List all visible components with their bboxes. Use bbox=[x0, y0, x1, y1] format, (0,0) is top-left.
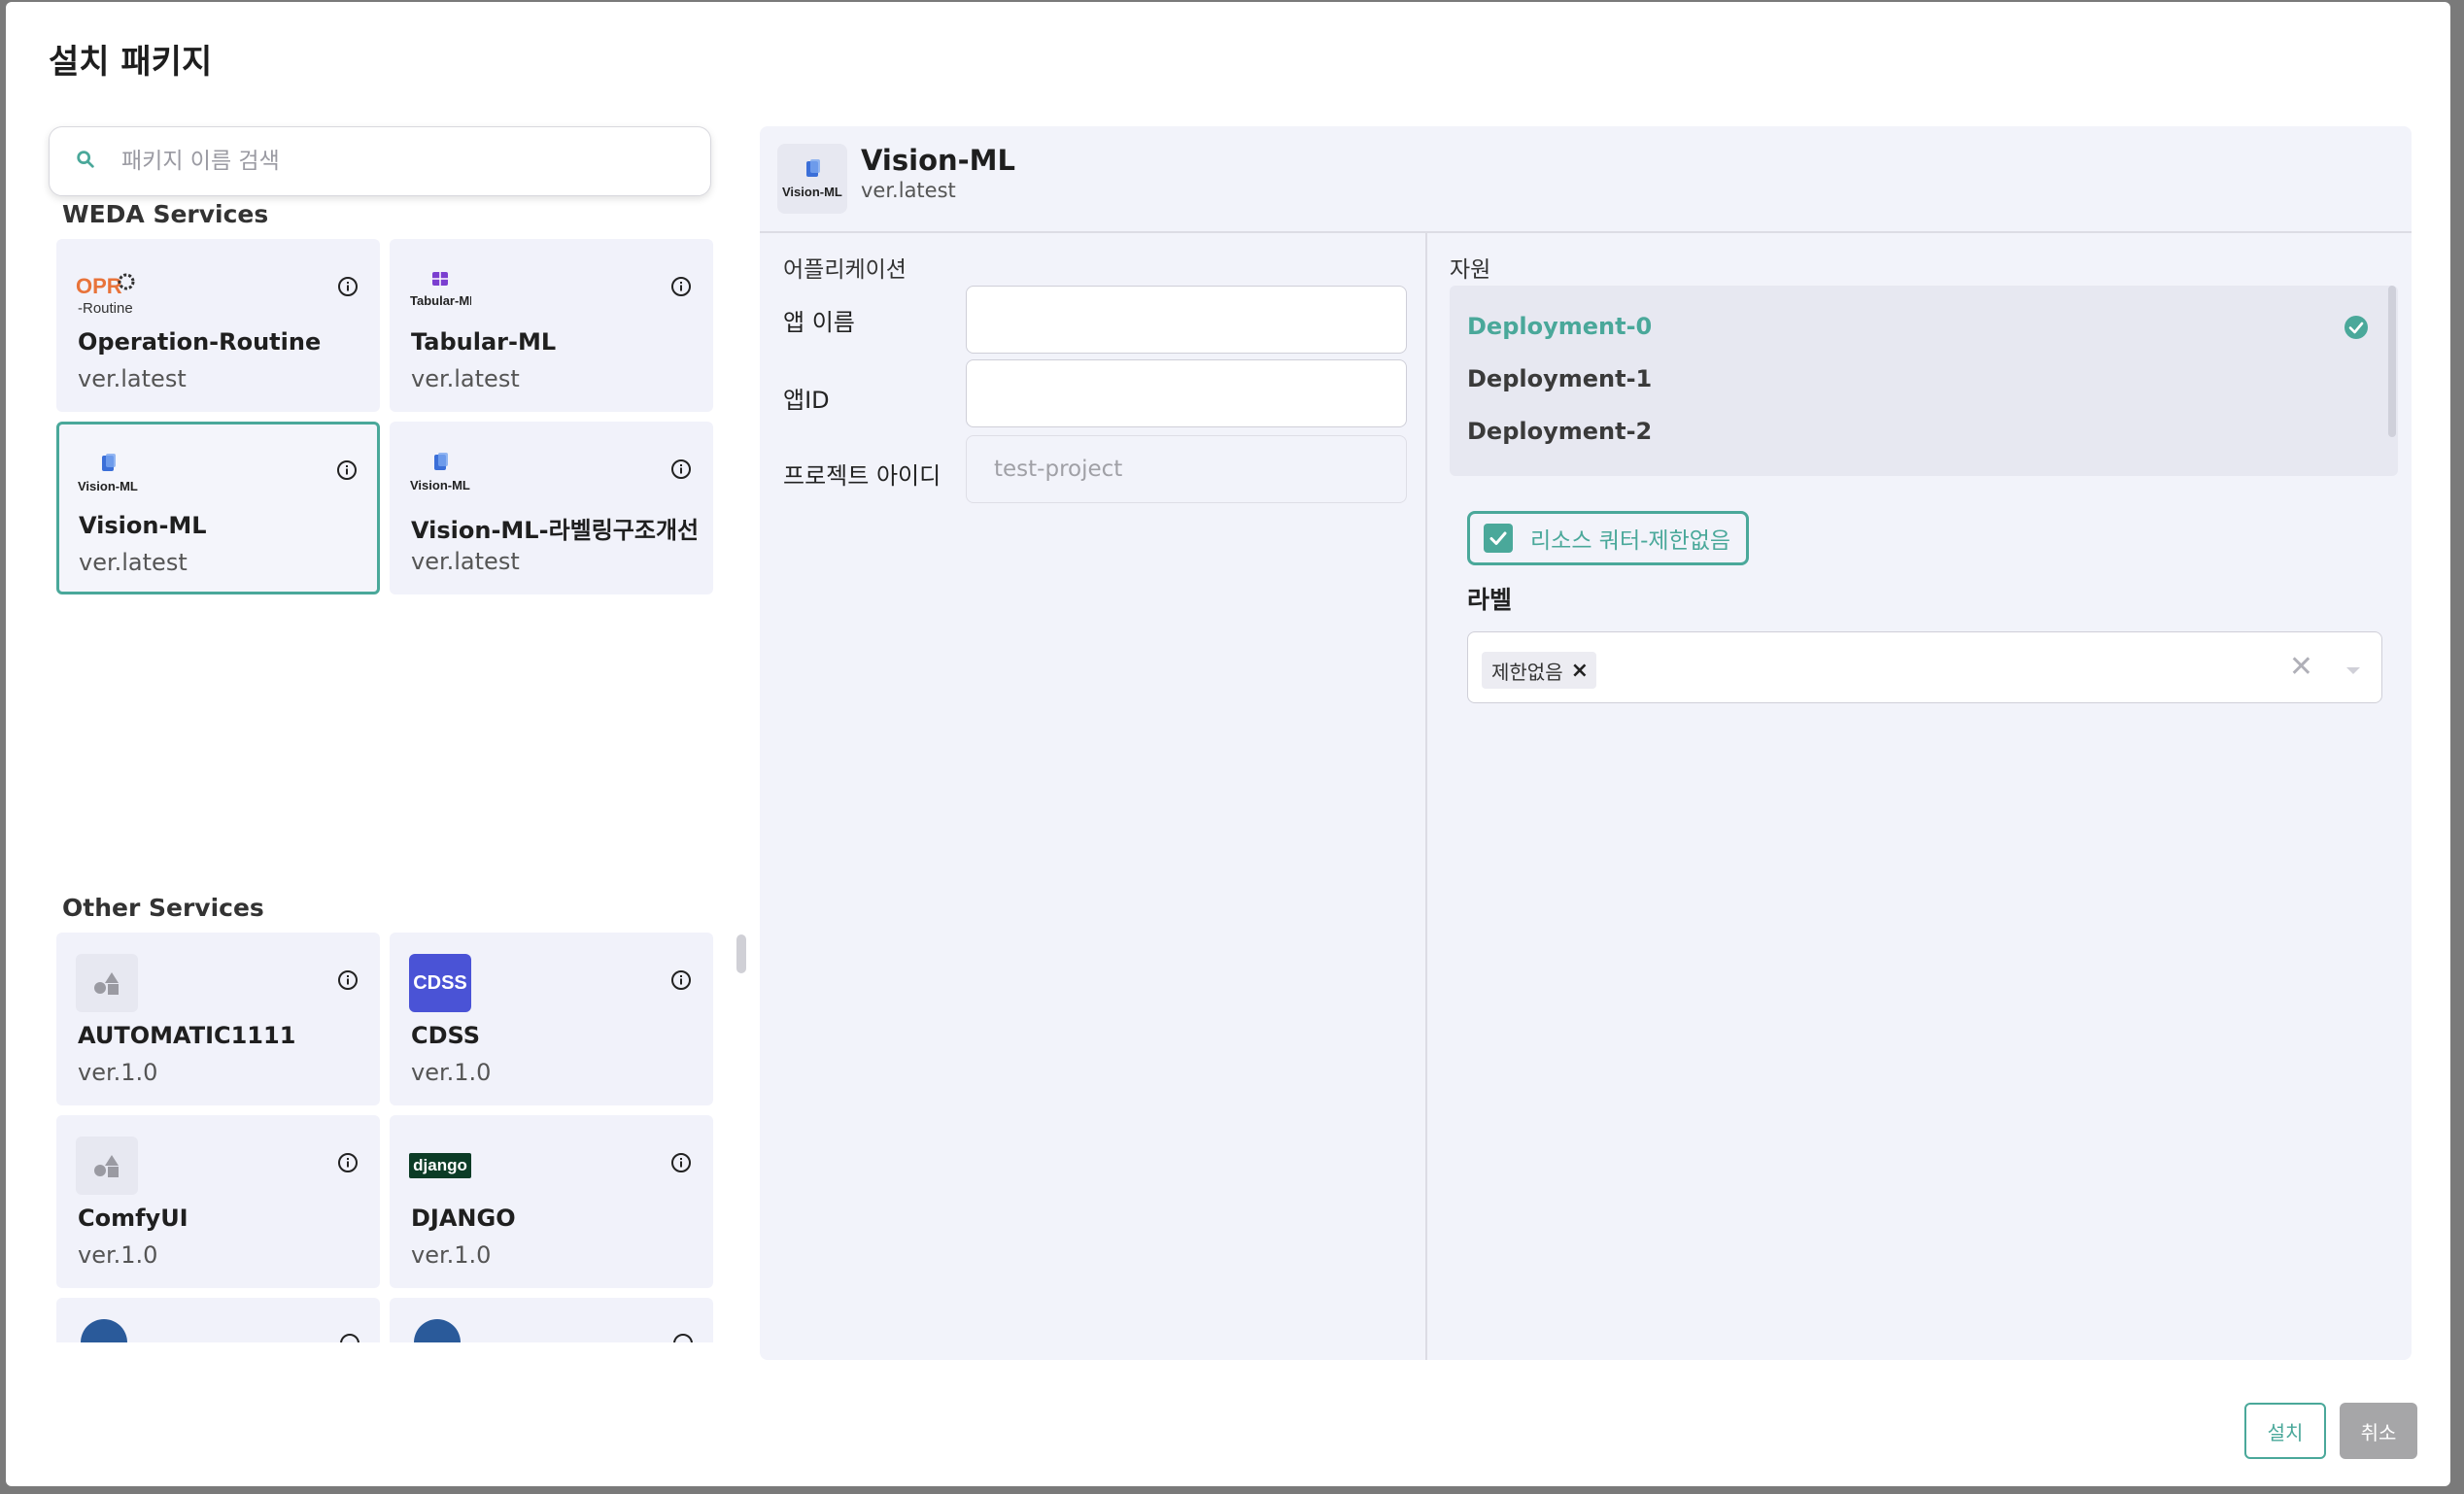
package-logo-icon bbox=[81, 1319, 127, 1342]
project-id-input bbox=[966, 435, 1407, 503]
info-icon[interactable] bbox=[670, 458, 692, 480]
partial-card-row bbox=[56, 1298, 717, 1342]
package-card-partial[interactable] bbox=[390, 1298, 713, 1342]
app-name-input[interactable] bbox=[966, 286, 1407, 354]
app-name-label: 앱 이름 bbox=[783, 309, 855, 336]
svg-text:-Routine: -Routine bbox=[78, 300, 133, 317]
label-chip-text: 제한없음 bbox=[1491, 660, 1563, 684]
package-card-vision-ml-labeling[interactable]: Vision-ML Vision-ML-라벨링구조개선 ver.latest bbox=[390, 422, 713, 594]
deployment-list-scrollbar[interactable] bbox=[2388, 286, 2396, 437]
chevron-down-icon[interactable] bbox=[2346, 667, 2360, 674]
package-card-comfyui[interactable]: ComfyUI ver.1.0 bbox=[56, 1115, 380, 1288]
info-icon[interactable] bbox=[337, 276, 359, 297]
info-icon[interactable] bbox=[337, 969, 359, 991]
package-card-cdss[interactable]: CDSS CDSS ver.1.0 bbox=[390, 933, 713, 1105]
package-name: CDSS bbox=[411, 1022, 481, 1049]
detail-header: Vision-ML Vision-ML ver.latest bbox=[760, 126, 2412, 233]
svg-text:Vision-ML: Vision-ML bbox=[78, 479, 138, 493]
package-search-input[interactable] bbox=[121, 149, 666, 174]
deployment-item-2[interactable]: Deployment-2 bbox=[1467, 418, 1652, 445]
package-name: Tabular-ML bbox=[411, 328, 557, 356]
package-detail-panel: Vision-ML Vision-ML ver.latest 어플리케이션 앱 … bbox=[760, 126, 2412, 1360]
operation-routine-logo-icon: OPR -Routine bbox=[76, 260, 138, 319]
deployment-item-0[interactable]: Deployment-0 bbox=[1467, 313, 1652, 340]
info-icon[interactable] bbox=[670, 1152, 692, 1173]
weda-services-title: WEDA Services bbox=[62, 200, 269, 228]
install-button[interactable]: 설치 bbox=[2244, 1403, 2326, 1459]
search-icon bbox=[75, 149, 96, 174]
svg-text:Tabular-ML: Tabular-ML bbox=[410, 293, 471, 308]
application-section-title: 어플리케이션 bbox=[783, 257, 907, 283]
package-name: Operation-Routine bbox=[78, 328, 322, 356]
vision-ml-logo-icon: Vision-ML bbox=[409, 443, 471, 501]
package-list-scrollbar[interactable] bbox=[736, 934, 746, 973]
resources-section-title: 자원 bbox=[1450, 257, 1491, 283]
label-multiselect[interactable]: 제한없음 × ✕ bbox=[1467, 631, 2382, 703]
package-card-partial[interactable] bbox=[56, 1298, 380, 1342]
info-icon bbox=[340, 1334, 359, 1342]
package-card-automatic1111[interactable]: AUTOMATIC1111 ver.1.0 bbox=[56, 933, 380, 1105]
svg-text:Vision-ML: Vision-ML bbox=[782, 185, 842, 199]
package-logo-icon bbox=[414, 1319, 461, 1342]
package-version: ver.latest bbox=[79, 549, 188, 576]
info-icon[interactable] bbox=[337, 1152, 359, 1173]
install-package-modal: 설치 패키지 WEDA Services OPR -Routine Operat… bbox=[6, 2, 2450, 1486]
placeholder-shapes-icon bbox=[76, 954, 138, 1012]
cdss-logo-icon: CDSS bbox=[409, 954, 471, 1012]
chip-remove-icon[interactable]: × bbox=[1571, 659, 1589, 683]
other-services-title: Other Services bbox=[62, 894, 264, 922]
package-version: ver.latest bbox=[411, 365, 520, 392]
resource-quota-checkbox[interactable]: 리소스 쿼터-제한없음 bbox=[1467, 511, 1750, 565]
django-logo-icon: django bbox=[409, 1137, 471, 1195]
package-name: Vision-ML-라벨링구조개선 bbox=[411, 517, 700, 544]
check-circle-icon bbox=[2344, 316, 2368, 339]
project-id-label: 프로젝트 아이디 bbox=[783, 462, 941, 490]
package-card-tabular-ml[interactable]: Tabular-ML Tabular-ML ver.latest bbox=[390, 239, 713, 412]
tabular-ml-logo-icon: Tabular-ML bbox=[409, 260, 471, 319]
checkbox-checked-icon bbox=[1484, 524, 1513, 553]
app-id-label: 앱ID bbox=[783, 387, 830, 414]
deployment-list[interactable]: Deployment-0 Deployment-1 Deployment-2 bbox=[1450, 286, 2398, 476]
package-name: ComfyUI bbox=[78, 1205, 188, 1232]
vision-ml-logo-icon: Vision-ML bbox=[777, 144, 847, 214]
detail-title: Vision-ML bbox=[861, 144, 1016, 177]
other-services-grid: AUTOMATIC1111 ver.1.0 CDSS CDSS ver.1.0 … bbox=[56, 933, 713, 1288]
info-icon[interactable] bbox=[670, 969, 692, 991]
package-card-operation-routine[interactable]: OPR -Routine Operation-Routine ver.lates… bbox=[56, 239, 380, 412]
vision-ml-logo-icon: Vision-ML bbox=[77, 444, 139, 502]
package-version: ver.latest bbox=[411, 548, 520, 575]
package-name: Vision-ML bbox=[79, 512, 207, 539]
svg-text:OPR: OPR bbox=[76, 274, 122, 298]
app-id-input[interactable] bbox=[966, 359, 1407, 427]
label-chip: 제한없음 × bbox=[1482, 652, 1597, 689]
package-version: ver.1.0 bbox=[78, 1241, 158, 1269]
deployment-item-1[interactable]: Deployment-1 bbox=[1467, 365, 1652, 392]
modal-title: 설치 패키지 bbox=[49, 43, 213, 82]
package-version: ver.1.0 bbox=[78, 1059, 158, 1086]
resource-quota-label: 리소스 쿼터-제한없음 bbox=[1530, 528, 1731, 554]
package-name: DJANGO bbox=[411, 1205, 516, 1232]
package-version: ver.1.0 bbox=[411, 1241, 492, 1269]
package-search-box[interactable] bbox=[49, 126, 711, 196]
clear-icon[interactable]: ✕ bbox=[2289, 650, 2313, 684]
panel-divider bbox=[1425, 233, 1427, 1360]
package-version: ver.1.0 bbox=[411, 1059, 492, 1086]
label-section-title: 라벨 bbox=[1467, 586, 1513, 614]
weda-services-grid: OPR -Routine Operation-Routine ver.lates… bbox=[56, 239, 713, 594]
package-name: AUTOMATIC1111 bbox=[78, 1022, 296, 1049]
placeholder-shapes-icon bbox=[76, 1137, 138, 1195]
package-card-django[interactable]: django DJANGO ver.1.0 bbox=[390, 1115, 713, 1288]
info-icon bbox=[673, 1334, 693, 1342]
package-card-vision-ml[interactable]: Vision-ML Vision-ML ver.latest bbox=[56, 422, 380, 594]
info-icon[interactable] bbox=[670, 276, 692, 297]
package-version: ver.latest bbox=[78, 365, 187, 392]
cancel-button[interactable]: 취소 bbox=[2340, 1403, 2417, 1459]
svg-text:Vision-ML: Vision-ML bbox=[410, 478, 470, 492]
info-icon[interactable] bbox=[336, 459, 358, 481]
detail-version: ver.latest bbox=[861, 179, 956, 202]
